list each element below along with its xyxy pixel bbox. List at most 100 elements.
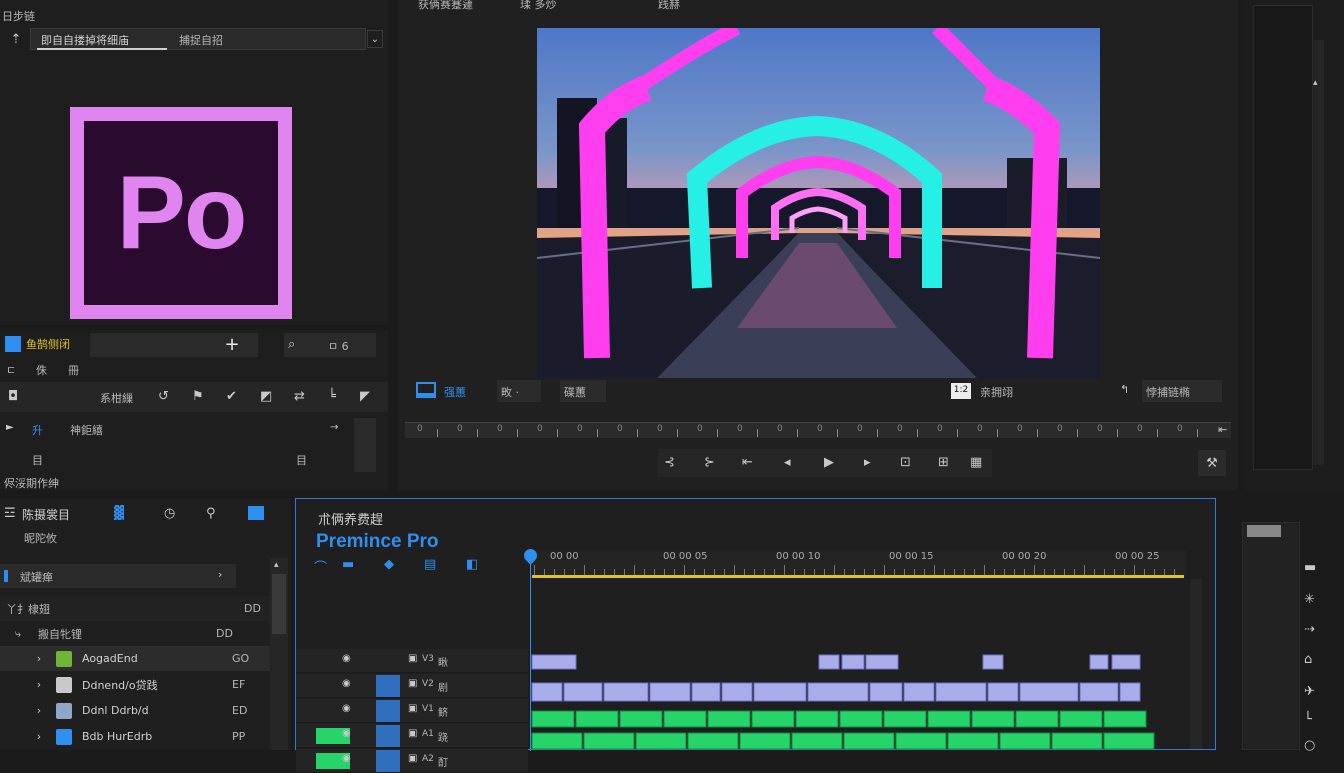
track-toggle[interactable] — [376, 700, 400, 722]
step-forward-icon[interactable]: ▸ — [864, 455, 871, 470]
timer-icon[interactable]: ◷ — [164, 506, 175, 521]
check-icon[interactable]: ✔ — [226, 389, 237, 404]
video-clip[interactable] — [807, 682, 869, 702]
audio-clip[interactable] — [575, 710, 619, 728]
monitor-tab-active[interactable]: 强蕙 — [412, 380, 482, 404]
audio-clip[interactable] — [971, 710, 1015, 728]
audio-clip[interactable] — [1015, 710, 1059, 728]
tools-slider-thumb[interactable] — [1247, 525, 1281, 537]
track-header[interactable]: ◉ ▣ V2 剧 — [296, 674, 528, 698]
filter-left[interactable]: ㄷ — [6, 362, 16, 378]
audio-clip[interactable] — [843, 732, 895, 750]
add-icon[interactable]: + — [224, 334, 240, 355]
selection-tool-icon[interactable]: ▬ — [1304, 560, 1316, 575]
audio-clip[interactable] — [1103, 732, 1155, 750]
video-clip[interactable] — [1019, 682, 1079, 702]
track-header[interactable]: ◉ ▣ V1 鲚 — [296, 699, 528, 723]
effect-item[interactable]: › Ddnend/o贷践 EF — [0, 672, 270, 697]
slip-tool-icon[interactable]: ⇢ — [1304, 622, 1315, 637]
expand-icon[interactable]: › — [32, 704, 46, 717]
eye-icon[interactable]: ◉ — [342, 753, 351, 764]
video-clip[interactable] — [649, 682, 691, 702]
expand-icon[interactable]: › — [32, 730, 46, 743]
quality-label[interactable]: 悖捕链椭 — [1142, 380, 1222, 402]
pen-tool-icon[interactable]: ✈ — [1304, 684, 1315, 699]
tools-slider-track[interactable] — [1242, 522, 1300, 750]
search-box[interactable]: ⌕ ㅁ 6 — [284, 333, 376, 357]
eye-icon[interactable]: ◉ — [342, 703, 351, 714]
audio-clip[interactable] — [1051, 732, 1103, 750]
track-toggle[interactable] — [376, 650, 400, 672]
monitor-ruler-end-icon[interactable]: ⇤ — [1218, 423, 1227, 436]
list-a[interactable]: 升 — [32, 422, 43, 438]
step-back-icon[interactable]: ◂ — [784, 455, 791, 470]
filter-mid[interactable]: 侏 — [36, 362, 47, 378]
eye-icon[interactable]: ◉ — [342, 678, 351, 689]
scroll-thumb[interactable] — [272, 574, 286, 634]
caption-icon[interactable]: ◧ — [466, 557, 478, 572]
monitor-tab-b[interactable]: 畋 ‧ — [497, 380, 541, 402]
audio-clip[interactable] — [1059, 710, 1103, 728]
audio-clip[interactable] — [751, 710, 795, 728]
effects-scrollbar[interactable]: ▴ — [270, 558, 288, 750]
audio-clip[interactable] — [619, 710, 663, 728]
panel-menu-icon[interactable]: ⌄ — [367, 30, 383, 48]
work-area-bar[interactable] — [532, 575, 1184, 578]
track-toggle[interactable] — [376, 750, 400, 772]
scroll-up-icon[interactable]: ▴ — [1313, 78, 1318, 88]
audio-clip[interactable] — [707, 710, 751, 728]
lock-icon[interactable]: ▣ — [408, 728, 417, 739]
expand-icon[interactable]: › — [32, 678, 46, 691]
video-clip[interactable] — [691, 682, 721, 702]
mark-in-icon[interactable]: ⊰ — [664, 455, 675, 470]
timeline-ruler[interactable]: 00 00 00 00 05 00 00 10 00 00 15 00 00 20 00 … — [530, 551, 1186, 577]
tab-source-active[interactable]: 即自自搂掉将细庙 — [41, 32, 129, 48]
overwrite-icon[interactable]: ⊞ — [938, 455, 949, 470]
video-clip[interactable] — [865, 654, 899, 670]
audio-clip[interactable] — [999, 732, 1051, 750]
audio-clip[interactable] — [663, 710, 707, 728]
effect-item[interactable]: › AogadEnd GO — [0, 646, 270, 671]
settings-icon[interactable]: ▤ — [424, 557, 436, 572]
tag-icon[interactable]: ◩ — [260, 389, 272, 404]
lock-icon[interactable]: ▣ — [408, 653, 417, 664]
video-clip[interactable] — [1119, 682, 1141, 702]
video-clip[interactable] — [1079, 682, 1119, 702]
audio-clip[interactable] — [839, 710, 883, 728]
video-clip[interactable] — [753, 682, 807, 702]
home-tool-icon[interactable]: ⌂ — [1304, 652, 1312, 667]
video-clip[interactable] — [982, 654, 1004, 670]
video-clip[interactable] — [903, 682, 935, 702]
razor-tool-icon[interactable]: ✳ — [1304, 592, 1315, 607]
video-clip[interactable] — [987, 682, 1019, 702]
audio-clip[interactable] — [635, 732, 687, 750]
video-clip[interactable] — [841, 654, 865, 670]
audio-clip[interactable] — [895, 732, 947, 750]
quality-icon[interactable]: ↰ — [1120, 383, 1129, 396]
location-icon[interactable]: ⚲ — [206, 506, 216, 521]
audio-clip[interactable] — [947, 732, 999, 750]
split-icon[interactable]: ⇄ — [294, 389, 305, 404]
effects-subgroup[interactable]: ⤷ 搬自牝锂 DD — [0, 621, 270, 646]
fit-badge[interactable]: 1:2 — [951, 383, 971, 399]
audio-clip[interactable] — [531, 732, 583, 750]
video-clip[interactable] — [1089, 654, 1109, 670]
insert-icon[interactable]: ⊡ — [900, 455, 911, 470]
video-clip[interactable] — [531, 682, 563, 702]
audio-clip[interactable] — [531, 710, 575, 728]
zoom-tool-icon[interactable]: ○ — [1304, 738, 1315, 753]
arrow-right-icon[interactable]: → — [330, 422, 338, 433]
lock-icon[interactable]: ▣ — [408, 678, 417, 689]
project-scrollbar[interactable] — [354, 418, 376, 472]
snap-icon[interactable]: ⌒ — [314, 557, 327, 576]
export-frame-icon[interactable]: ▦ — [970, 455, 982, 470]
track-toggle[interactable] — [376, 675, 400, 697]
effects-tab-a-icon[interactable]: ▓ — [114, 506, 124, 521]
audio-clip[interactable] — [583, 732, 635, 750]
video-clip[interactable] — [818, 654, 840, 670]
effects-group[interactable]: 丫扌棣翅 DD — [0, 596, 270, 621]
audio-clip[interactable] — [687, 732, 739, 750]
video-clip[interactable] — [1111, 654, 1141, 670]
effect-item[interactable]: › Bdb HurEdrb PP — [0, 724, 270, 749]
label-icon[interactable]: ◤ — [360, 389, 370, 404]
